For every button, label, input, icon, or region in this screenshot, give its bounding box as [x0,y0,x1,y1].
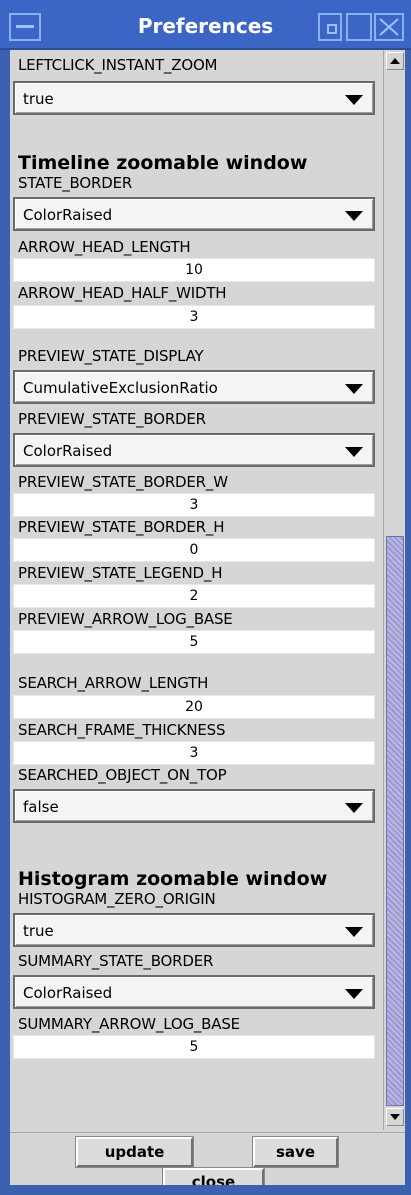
combo-state-border[interactable]: ColorRaised [13,197,375,231]
label-arrow-head-length: ARROW_HEAD_LENGTH [18,238,191,256]
field-summary-arrow-log-base[interactable]: 5 [13,1035,375,1059]
chevron-down-icon[interactable] [345,95,363,105]
combo-preview-state-display[interactable]: CumulativeExclusionRatio [13,370,375,404]
field-arrow-head-half-width[interactable]: 3 [13,305,375,329]
label-leftclick-instant-zoom: LEFTCLICK_INSTANT_ZOOM [18,56,218,74]
label-histogram-zero-origin: HISTOGRAM_ZERO_ORIGIN [18,890,216,908]
label-preview-state-display: PREVIEW_STATE_DISPLAY [18,347,204,365]
combo-summary-state-border[interactable]: ColorRaised [13,975,375,1009]
combo-preview-state-border[interactable]: ColorRaised [13,433,375,467]
field-arrow-head-length[interactable]: 10 [13,258,375,282]
combo-searched-object-on-top[interactable]: false [13,789,375,823]
label-preview-state-border: PREVIEW_STATE_BORDER [18,410,206,428]
label-summary-arrow-log-base: SUMMARY_ARROW_LOG_BASE [18,1015,240,1033]
chevron-down-icon[interactable] [345,927,363,937]
label-preview-state-border-w: PREVIEW_STATE_BORDER_W [18,473,228,491]
vertical-scrollbar[interactable] [383,50,405,1130]
scrollbar-thumb[interactable] [386,536,404,1106]
label-search-arrow-length: SEARCH_ARROW_LENGTH [18,674,209,692]
combo-value: ColorRaised [23,984,113,1002]
label-arrow-head-half-width: ARROW_HEAD_HALF_WIDTH [18,284,227,302]
chevron-down-icon[interactable] [345,447,363,457]
label-preview-arrow-log-base: PREVIEW_ARROW_LOG_BASE [18,610,233,628]
section-histogram: Histogram zoomable window [18,868,328,890]
field-preview-state-border-h[interactable]: 0 [13,538,375,562]
combo-value: false [23,798,59,816]
label-preview-state-border-h: PREVIEW_STATE_BORDER_H [18,518,225,536]
close-button[interactable]: close [162,1167,265,1185]
chevron-down-icon[interactable] [345,989,363,999]
combo-value: ColorRaised [23,442,113,460]
combo-leftclick-instant-zoom[interactable]: true [13,81,375,115]
chevron-down-icon[interactable] [345,384,363,394]
preferences-panel: LEFTCLICK_INSTANT_ZOOM true Timeline zoo… [10,50,405,1185]
combo-value: CumulativeExclusionRatio [23,379,218,397]
button-bar: update save close [10,1132,405,1185]
label-searched-object-on-top: SEARCHED_OBJECT_ON_TOP [18,766,227,784]
field-search-frame-thickness[interactable]: 3 [13,741,375,765]
label-search-frame-thickness: SEARCH_FRAME_THICKNESS [18,721,226,739]
label-summary-state-border: SUMMARY_STATE_BORDER [18,952,214,970]
maximize-icon[interactable] [346,13,372,41]
arrow-down-icon[interactable] [386,1108,404,1126]
field-search-arrow-length[interactable]: 20 [13,695,375,719]
chevron-down-icon[interactable] [345,803,363,813]
field-preview-state-border-w[interactable]: 3 [13,493,375,517]
save-button[interactable]: save [252,1136,339,1168]
field-preview-state-legend-h[interactable]: 2 [13,584,375,608]
combo-value: ColorRaised [23,206,113,224]
label-state-border: STATE_BORDER [18,174,133,192]
preferences-window: Preferences LEFTCLICK_INSTANT_ZOOM true … [0,0,411,1195]
arrow-up-icon[interactable] [386,52,404,70]
combo-histogram-zero-origin[interactable]: true [13,913,375,947]
update-button[interactable]: update [75,1136,194,1168]
label-preview-state-legend-h: PREVIEW_STATE_LEGEND_H [18,564,223,582]
minimize-icon[interactable] [318,13,342,41]
combo-value: true [23,922,54,940]
close-icon[interactable] [374,13,404,41]
title-bar[interactable]: Preferences [0,0,411,50]
field-preview-arrow-log-base[interactable]: 5 [13,630,375,654]
chevron-down-icon[interactable] [345,211,363,221]
section-timeline: Timeline zoomable window [18,152,308,174]
combo-value: true [23,90,54,108]
